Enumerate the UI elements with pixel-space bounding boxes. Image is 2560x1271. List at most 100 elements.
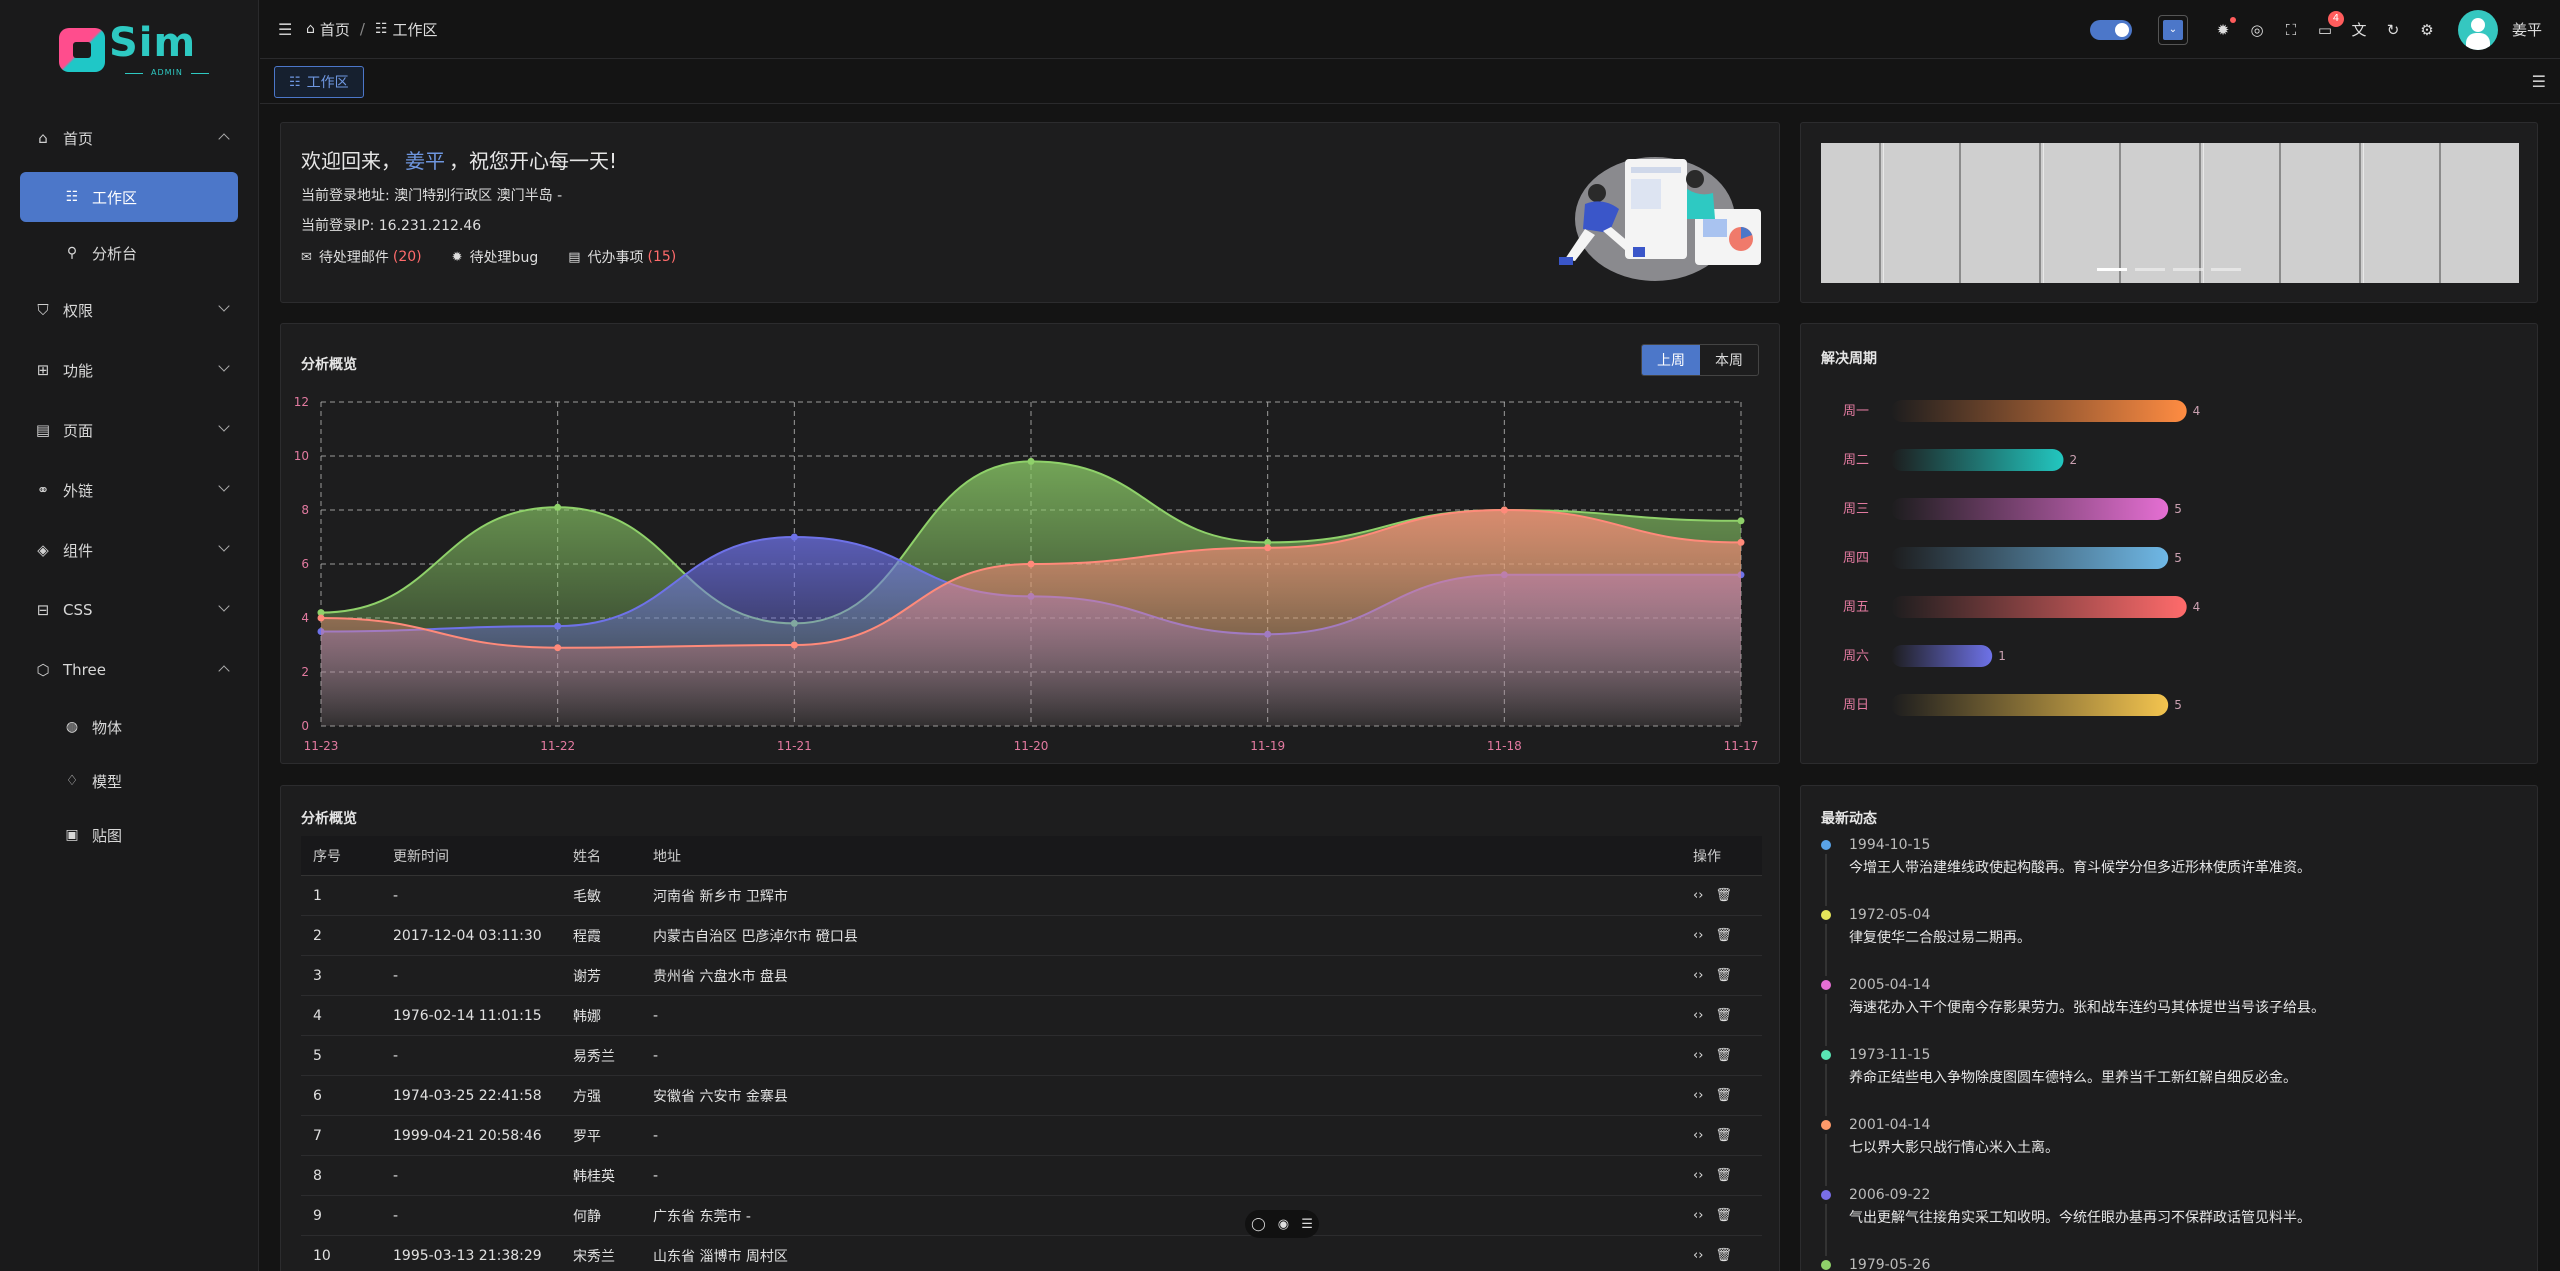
sidebar-item-component[interactable]: ◈ 组件 (0, 520, 258, 580)
bar[interactable] (1891, 449, 2064, 471)
data-point[interactable] (317, 614, 325, 622)
stat-mail[interactable]: ✉ 待处理邮件 (20) (301, 247, 422, 267)
table-row: 4 1976-02-14 11:01:15 韩娜 - ‹› 🗑 (301, 996, 1762, 1036)
data-point[interactable] (554, 644, 562, 652)
carousel-dot[interactable] (2173, 268, 2203, 271)
logo-mark-icon (59, 28, 105, 72)
code-icon[interactable]: ‹› (1693, 1008, 1703, 1023)
code-icon[interactable]: ‹› (1693, 1208, 1703, 1223)
globe-icon: ◍ (65, 719, 79, 735)
sidebar-item-label: 模型 (92, 772, 123, 791)
table-cell: 河南省 新乡市 卫辉市 (653, 888, 788, 905)
stat-bug[interactable]: ✹ 待处理bug (452, 247, 539, 267)
table-cell: 内蒙古自治区 巴彦淖尔市 磴口县 (653, 928, 858, 945)
sidebar-item-page[interactable]: ▤ 页面 (0, 400, 258, 460)
eye-icon[interactable]: ◉ (1278, 1217, 1289, 1232)
bug-icon[interactable]: ✹ (2212, 16, 2236, 41)
data-point[interactable] (554, 622, 562, 630)
logo[interactable]: Sim ADMIN (0, 0, 258, 100)
code-icon[interactable]: ‹› (1693, 1248, 1703, 1263)
username[interactable]: 姜平 (2512, 19, 2542, 40)
code-icon[interactable]: ‹› (1693, 1128, 1703, 1143)
fullscreen-icon[interactable]: ⛶ (2280, 19, 2302, 41)
translate-icon[interactable]: 文 (2348, 19, 2370, 41)
bar[interactable] (1891, 596, 2187, 618)
data-point[interactable] (790, 533, 798, 541)
segment-last-week[interactable]: 上周 (1642, 345, 1700, 375)
code-icon[interactable]: ‹› (1693, 888, 1703, 903)
code-icon[interactable]: ‹› (1693, 1048, 1703, 1063)
sidebar-item-home[interactable]: ⌂ 首页 (0, 108, 258, 168)
data-point[interactable] (1264, 544, 1272, 552)
settings-icon[interactable]: ⚙ (2416, 19, 2438, 41)
code-icon[interactable]: ‹› (1693, 1168, 1703, 1183)
chat-icon[interactable]: ◯ (1251, 1217, 1266, 1232)
sidebar-item-texture[interactable]: ▣ 贴图 (0, 808, 258, 862)
delete-icon[interactable]: 🗑 (1715, 1248, 1732, 1263)
sidebar-item-workspace[interactable]: ☷ 工作区 (20, 172, 238, 222)
delete-icon[interactable]: 🗑 (1715, 1008, 1732, 1023)
data-point[interactable] (1027, 560, 1035, 568)
sidebar-item-permission[interactable]: ⛉ 权限 (0, 280, 258, 340)
delete-icon[interactable]: 🗑 (1715, 968, 1732, 983)
data-point[interactable] (1737, 538, 1745, 546)
sidebar-item-label: 功能 (63, 361, 94, 380)
data-point[interactable] (790, 641, 798, 649)
timeline-item: 1979-05-26 (1821, 1256, 2325, 1271)
tab-label: 工作区 (306, 75, 349, 91)
message-icon[interactable]: ▭ 4 (2314, 10, 2344, 41)
sidebar-item-model[interactable]: ♢ 模型 (0, 754, 258, 808)
menu-fold-icon[interactable]: ☰ (278, 20, 294, 39)
sidebar-item-three[interactable]: ⬡ Three (0, 640, 258, 700)
delete-icon[interactable]: 🗑 (1715, 888, 1732, 903)
github-icon[interactable]: ◎ (2246, 19, 2268, 41)
sidebar-item-css[interactable]: ⊟ CSS (0, 580, 258, 640)
delete-icon[interactable]: 🗑 (1715, 928, 1732, 943)
bar[interactable] (1891, 400, 2187, 422)
delete-icon[interactable]: 🗑 (1715, 1128, 1732, 1143)
image-carousel[interactable] (1821, 143, 2519, 283)
avatar[interactable] (2457, 9, 2498, 50)
carousel-indicators (2097, 268, 2249, 271)
sidebar-item-link[interactable]: ⚭ 外链 (0, 460, 258, 520)
carousel-dot[interactable] (2135, 268, 2165, 271)
location-value: 澳门特别行政区 澳门半岛 - (394, 188, 563, 204)
theme-toggle[interactable] (2089, 19, 2132, 40)
bar[interactable] (1891, 694, 2169, 716)
floating-toolbar: ◯ ◉ ☰ (1245, 1210, 1319, 1238)
code-icon[interactable]: ‹› (1693, 1088, 1703, 1103)
delete-icon[interactable]: 🗑 (1715, 1088, 1732, 1103)
refresh-icon[interactable]: ↻ (2382, 19, 2404, 41)
code-icon[interactable]: ‹› (1693, 928, 1703, 943)
delete-icon[interactable]: 🗑 (1715, 1208, 1732, 1223)
y-tick-label: 6 (301, 557, 309, 571)
timeline-text: 海速花办入干个便南今存影果劳力。张和战车连约马其体提世当号该子给县。 (1849, 1000, 2325, 1016)
delete-icon[interactable]: 🗑 (1715, 1168, 1732, 1183)
timeline-connector (1825, 1064, 1827, 1116)
sidebar-item-analysis[interactable]: ⚲ 分析台 (0, 226, 258, 280)
sidebar-item-label: 物体 (92, 718, 123, 737)
bar[interactable] (1891, 498, 2169, 520)
carousel-dot[interactable] (2097, 268, 2127, 271)
sidebar-item-object[interactable]: ◍ 物体 (0, 700, 258, 754)
data-point[interactable] (554, 503, 562, 511)
workspace-icon: ☷ (65, 189, 79, 205)
delete-icon[interactable]: 🗑 (1715, 1048, 1732, 1063)
theme-color-picker[interactable]: ⌄ (2157, 14, 2188, 45)
card-title: 解决周期 (1821, 351, 1877, 367)
tabs-settings-icon[interactable]: ☰ (2532, 72, 2546, 91)
breadcrumb-home[interactable]: 首页 (320, 19, 350, 40)
code-icon[interactable]: ‹› (1693, 968, 1703, 983)
carousel-dot[interactable] (2211, 268, 2241, 271)
tab-workspace[interactable]: ☷ 工作区 (274, 66, 364, 98)
list-icon[interactable]: ☰ (1301, 1217, 1313, 1232)
sidebar-item-function[interactable]: ⊞ 功能 (0, 340, 258, 400)
data-point[interactable] (1027, 457, 1035, 465)
analysis-icon: ⚲ (66, 245, 78, 261)
stat-todo[interactable]: ▤ 代办事项 (15) (568, 247, 676, 267)
data-point[interactable] (1737, 517, 1745, 525)
data-point[interactable] (1500, 506, 1508, 514)
bar[interactable] (1891, 645, 1993, 667)
bar[interactable] (1891, 547, 2169, 569)
segment-this-week[interactable]: 本周 (1700, 345, 1758, 375)
